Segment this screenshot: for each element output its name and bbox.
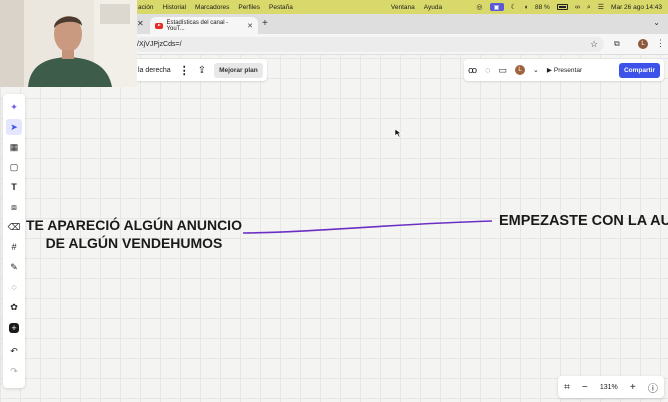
reactions-icon[interactable]: ꝏ: [468, 65, 477, 76]
comment-icon[interactable]: ◌: [485, 65, 490, 75]
collaboration-bar: ꝏ ◌ ▭ L ⌄ ▶ Presentar Compartir: [464, 59, 664, 81]
sticky-note-icon[interactable]: ▢: [6, 159, 22, 175]
present-button[interactable]: ▶ Presentar: [546, 66, 583, 75]
board-title-bar: la derecha ⋮ ⇪ Mejorar plan: [134, 59, 267, 81]
tab-youtube-studio[interactable]: Estadísticas del canal - YouT... ✕: [150, 17, 258, 34]
pen-icon[interactable]: ✎: [6, 259, 22, 275]
text-icon[interactable]: T: [6, 179, 22, 195]
presenter-video-image: [0, 0, 137, 87]
youtube-icon: [155, 22, 163, 29]
apps-icon[interactable]: ✿: [6, 299, 22, 315]
mouse-cursor-icon: [394, 128, 402, 138]
user-avatar[interactable]: L: [515, 65, 526, 75]
url-text: /XjVJPjzCds=/: [137, 41, 182, 48]
menu-bookmarks[interactable]: Marcadores: [195, 4, 229, 11]
left-toolbar: ✦ ➤ ▦ ▢ T ⧈ ⌫ # ✎ ◌ ✿ + ↶ ↷: [3, 94, 25, 388]
menu-window[interactable]: Ventana: [391, 4, 415, 11]
browser-menu-icon[interactable]: ⋮: [656, 38, 665, 49]
connector-line[interactable]: [240, 214, 496, 238]
control-center-icon[interactable]: ☰: [598, 4, 604, 11]
moon-icon[interactable]: ☾: [511, 4, 517, 11]
extensions-icon[interactable]: ⧉: [614, 39, 620, 49]
menubar-clock[interactable]: Mar 26 ago 14:43: [611, 4, 662, 11]
battery-icon[interactable]: [556, 4, 568, 10]
creative-cloud-icon[interactable]: ◎: [476, 4, 482, 11]
webcam-overlay: [0, 0, 137, 87]
fit-screen-icon[interactable]: ⌗: [564, 382, 570, 393]
upload-icon[interactable]: ⇪: [198, 65, 206, 76]
upgrade-plan-button[interactable]: Mejorar plan: [214, 62, 263, 78]
menu-tab[interactable]: Pestaña: [269, 4, 293, 11]
present-label: Presentar: [553, 66, 583, 74]
address-bar[interactable]: /XjVJPjzCds=/: [134, 37, 604, 52]
zoom-in-button[interactable]: +: [630, 382, 636, 393]
close-tab-icon[interactable]: ✕: [247, 22, 253, 30]
screen-recorder-icon[interactable]: ▣: [489, 3, 504, 11]
shapes-icon[interactable]: ⧈: [6, 199, 22, 215]
app-menus: ación Historial Marcadores Perfiles Pest…: [138, 4, 293, 11]
board-name[interactable]: la derecha: [138, 67, 171, 74]
zoom-controls: ⌗ − 131% + ⓘ: [558, 376, 664, 398]
tab-title: Estadísticas del canal - YouT...: [166, 19, 229, 32]
ai-sparkle-icon[interactable]: ✦: [6, 99, 22, 115]
sound-icon[interactable]: ◖: [524, 4, 528, 11]
add-icon[interactable]: +: [9, 323, 19, 333]
app-menus-right: Ventana Ayuda: [391, 4, 442, 11]
help-icon[interactable]: ⓘ: [648, 380, 658, 395]
menu-edit-partial[interactable]: ación: [138, 4, 154, 11]
text-line: DE ALGÚN VENDEHUMOS: [45, 235, 223, 251]
eraser-icon[interactable]: ⌫: [6, 219, 22, 235]
menu-history[interactable]: Historial: [163, 4, 186, 11]
zoom-out-button[interactable]: −: [582, 382, 588, 393]
redo-icon[interactable]: ↷: [6, 363, 22, 379]
link-icon[interactable]: ∞: [575, 4, 580, 11]
menu-profiles[interactable]: Perfiles: [238, 4, 260, 11]
connector-path: [242, 220, 493, 234]
zoom-level[interactable]: 131%: [600, 384, 618, 391]
select-cursor-icon[interactable]: ➤: [6, 119, 22, 135]
share-button[interactable]: Compartir: [618, 62, 660, 78]
status-tray: ◎ ▣ ☾ ◖ 88 % ∞ ⌕ ☰ Mar 26 ago 14:43: [476, 3, 662, 11]
menu-help[interactable]: Ayuda: [424, 4, 442, 11]
undo-icon[interactable]: ↶: [6, 343, 22, 359]
text-block-left[interactable]: TE APARECIÓ ALGÚN ANUNCIO DE ALGÚN VENDE…: [26, 216, 242, 252]
text-block-right[interactable]: EMPEZASTE CON LA AUT: [499, 213, 668, 229]
templates-icon[interactable]: ▦: [6, 139, 22, 155]
search-icon[interactable]: ⌕: [587, 4, 591, 11]
text-line: TE APARECIÓ ALGÚN ANUNCIO: [26, 217, 242, 233]
comment-icon[interactable]: ◌: [6, 279, 22, 295]
new-tab-button[interactable]: +: [262, 18, 268, 29]
chevron-down-icon[interactable]: ⌄: [653, 18, 660, 27]
bookmark-star-icon[interactable]: ☆: [590, 39, 598, 50]
close-tab-icon[interactable]: ✕: [137, 19, 144, 28]
video-call-icon[interactable]: ▭: [499, 65, 508, 76]
play-icon: ▶: [546, 67, 552, 74]
profile-avatar[interactable]: L: [638, 39, 648, 49]
more-options-icon[interactable]: ⋮: [179, 64, 190, 77]
chevron-down-icon[interactable]: ⌄: [533, 66, 539, 74]
battery-percent: 88 %: [535, 3, 550, 11]
frame-icon[interactable]: #: [6, 239, 22, 255]
